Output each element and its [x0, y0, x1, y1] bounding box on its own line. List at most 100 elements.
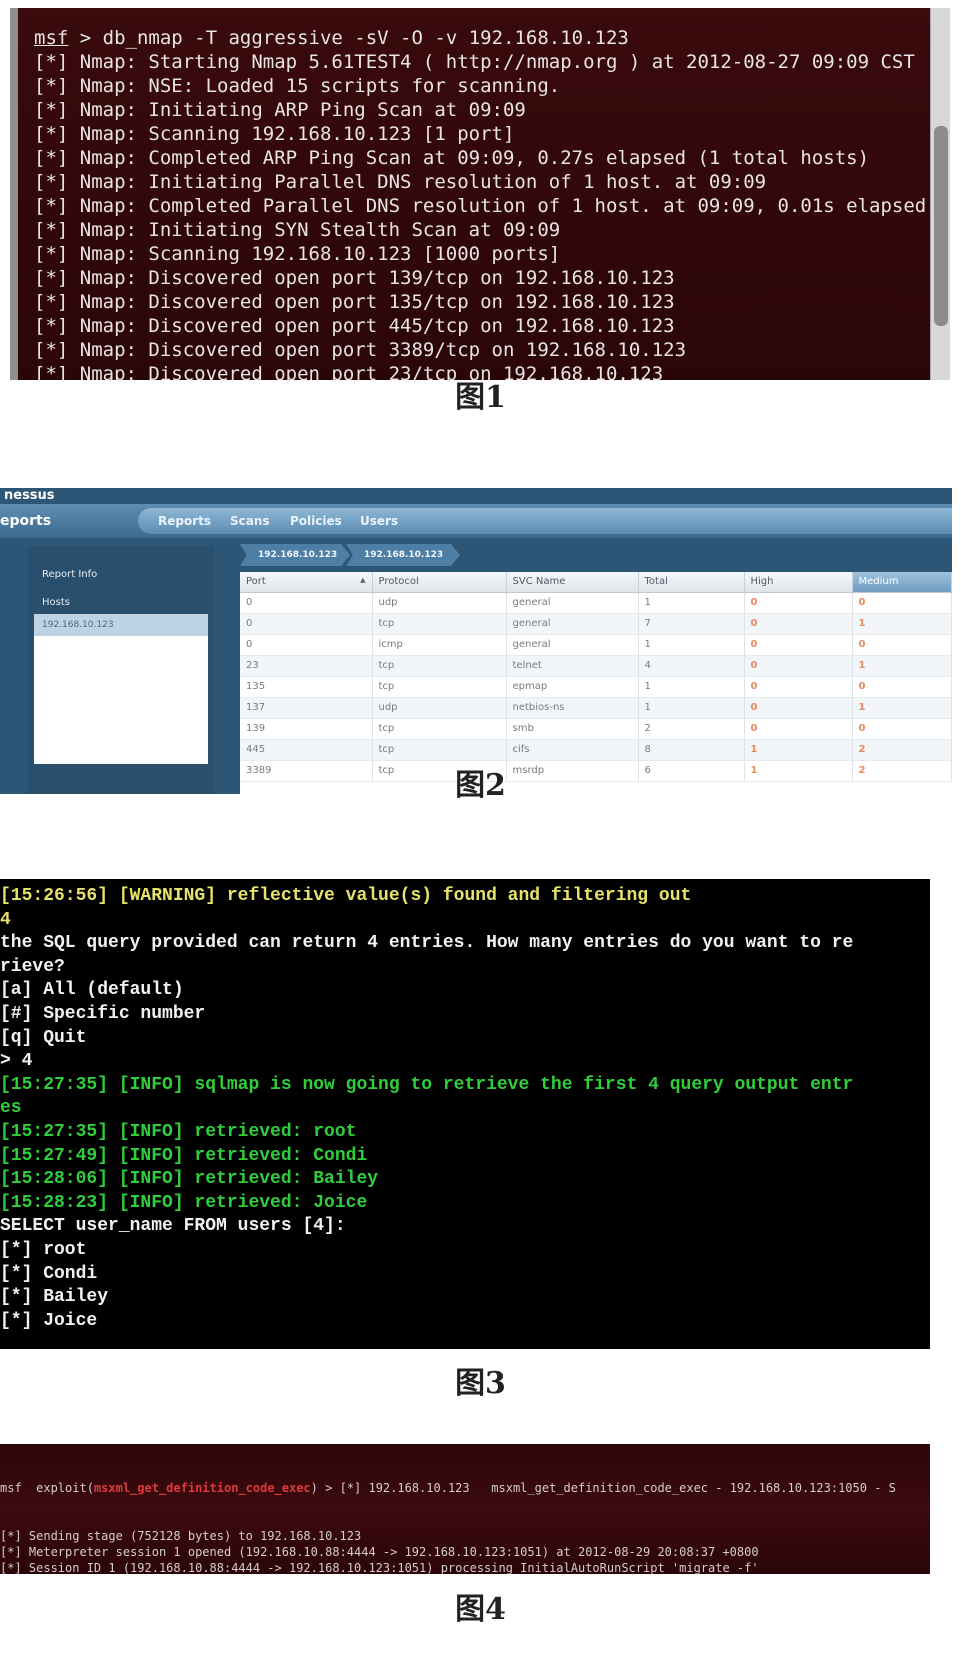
cell-medium: 2	[852, 739, 952, 761]
nessus-topbar: eports Reports Scans Policies Users	[0, 504, 952, 538]
cell-protocol: tcp	[372, 739, 507, 761]
cell-medium: 0	[852, 634, 952, 656]
cell-svc-name: telnet	[506, 655, 639, 677]
terminal-line: [15:28:23] [INFO] retrieved: Joice	[0, 1192, 368, 1213]
terminal-line: 4	[0, 909, 11, 930]
terminal-line-text: [*] Nmap: Discovered open port 139/tcp o…	[34, 267, 675, 289]
terminal-line-text: > db_nmap -T aggressive -sV -O -v 192.16…	[68, 27, 629, 49]
table-row[interactable]: 139 tcp smb 2 0 0	[240, 718, 952, 740]
exploit-module-name: msxml_get_definition_code_exec	[93, 1481, 311, 1495]
table-row[interactable]: 23 tcp telnet 4 0 1	[240, 655, 952, 677]
cell-high: 0	[744, 634, 853, 656]
terminal-line-text: [*] Nmap: Initiating ARP Ping Scan at 09…	[34, 99, 526, 121]
terminal-line: es	[0, 1098, 22, 1119]
nav-users[interactable]: Users	[360, 514, 398, 528]
table-row[interactable]: 137 udp netbios-ns 1 0 1	[240, 697, 952, 719]
terminal-line: [15:26:56] [WARNING] reflective value(s)…	[0, 886, 692, 906]
msf-nmap-terminal: msf > db_nmap -T aggressive -sV -O -v 19…	[10, 8, 950, 380]
cell-medium: 1	[852, 655, 952, 677]
terminal-line: [*] Session ID 1 (192.168.10.88:4444 -> …	[0, 1561, 759, 1574]
sidebar-item-report-info[interactable]: Report Info	[34, 564, 208, 586]
table-row[interactable]: 135 tcp epmap 1 0 0	[240, 676, 952, 698]
cell-protocol: icmp	[372, 634, 507, 656]
terminal-line: rieve?	[0, 956, 65, 977]
cell-port: 0	[240, 634, 373, 656]
breadcrumb-host[interactable]: 192.168.10.123	[240, 544, 350, 566]
cell-medium: 1	[852, 613, 952, 635]
terminal-line-text: [*] Nmap: Discovered open port 445/tcp o…	[34, 315, 675, 337]
prompt-suffix: ) > [*] 192.168.10.123 msxml_get_definit…	[310, 1481, 896, 1495]
terminal-line: [*] Nmap: Discovered open port 3389/tcp …	[34, 338, 914, 362]
col-high[interactable]: High	[744, 572, 853, 593]
cell-total: 1	[638, 634, 745, 656]
cell-total: 1	[638, 697, 745, 719]
terminal-line: [*] Nmap: Discovered open port 445/tcp o…	[34, 314, 914, 338]
figure-1-caption: 图1	[455, 380, 506, 415]
col-svc-name[interactable]: SVC Name	[506, 572, 639, 593]
cell-high: 0	[744, 613, 853, 635]
terminal-line-text: [*] Nmap: Starting Nmap 5.61TEST4 ( http…	[34, 51, 915, 73]
cell-protocol: tcp	[372, 613, 507, 635]
cell-protocol: udp	[372, 697, 507, 719]
terminal-line: [q] Quit	[0, 1027, 87, 1048]
cell-high: 0	[744, 676, 853, 698]
cell-port: 0	[240, 592, 373, 614]
terminal-line: [*] Nmap: Initiating SYN Stealth Scan at…	[34, 218, 914, 242]
cell-high: 0	[744, 655, 853, 677]
cell-medium: 0	[852, 718, 952, 740]
cell-port: 23	[240, 655, 373, 677]
terminal-line-text: [*] Nmap: Discovered open port 3389/tcp …	[34, 339, 687, 361]
col-protocol[interactable]: Protocol	[372, 572, 507, 593]
sqlmap-terminal: [15:26:56] [WARNING] reflective value(s)…	[0, 879, 930, 1349]
cell-total: 8	[638, 739, 745, 761]
scrollbar-thumb[interactable]	[934, 126, 948, 326]
terminal-line: the SQL query provided can return 4 entr…	[0, 933, 854, 954]
nav-policies[interactable]: Policies	[290, 514, 342, 528]
cell-high: 1	[744, 739, 853, 761]
sidebar-item-hosts[interactable]: Hosts	[34, 592, 208, 614]
cell-total: 4	[638, 655, 745, 677]
terminal-output: msf exploit(msxml_get_definition_code_ex…	[0, 1448, 930, 1574]
meterpreter-terminal: msf exploit(msxml_get_definition_code_ex…	[0, 1444, 930, 1574]
terminal-line: [a] All (default)	[0, 980, 184, 1001]
cell-medium: 1	[852, 697, 952, 719]
terminal-line-text: [*] Nmap: Completed ARP Ping Scan at 09:…	[34, 147, 870, 169]
breadcrumb-host-detail[interactable]: 192.168.10.123	[346, 544, 460, 566]
terminal-line: msf exploit(msxml_get_definition_code_ex…	[0, 1480, 930, 1496]
cell-protocol: udp	[372, 592, 507, 614]
terminal-line-text: [*] Nmap: Initiating Parallel DNS resolu…	[34, 171, 767, 193]
terminal-line: [15:28:06] [INFO] retrieved: Bailey	[0, 1169, 379, 1190]
terminal-line: [*] Joice	[0, 1310, 98, 1331]
terminal-output: [15:26:56] [WARNING] reflective value(s)…	[0, 885, 930, 1333]
main-nav: Reports Scans Policies Users	[138, 508, 952, 534]
terminal-line-text: [*] Nmap: NSE: Loaded 15 scripts for sca…	[34, 75, 561, 97]
terminal-line: > 4	[0, 1051, 33, 1072]
cell-svc-name: netbios-ns	[506, 697, 639, 719]
col-medium[interactable]: Medium	[852, 572, 952, 593]
table-row[interactable]: 0 udp general 1 0 0	[240, 592, 952, 614]
nessus-report-window: nessus eports Reports Scans Policies Use…	[0, 488, 952, 794]
col-total[interactable]: Total	[638, 572, 745, 593]
terminal-scrollbar[interactable]	[930, 8, 950, 380]
nav-scans[interactable]: Scans	[230, 514, 270, 528]
nav-reports[interactable]: Reports	[158, 514, 211, 528]
col-port[interactable]: Port	[240, 572, 373, 593]
terminal-line-text: [*] Nmap: Discovered open port 135/tcp o…	[34, 291, 675, 313]
cell-protocol: tcp	[372, 676, 507, 698]
cell-high: 0	[744, 592, 853, 614]
terminal-line-text: [*] Nmap: Scanning 192.168.10.123 [1 por…	[34, 123, 515, 145]
section-title: eports	[0, 513, 52, 529]
terminal-line: [15:27:49] [INFO] retrieved: Condi	[0, 1145, 368, 1166]
cell-port: 137	[240, 697, 373, 719]
sidebar-host-selected[interactable]: 192.168.10.123	[34, 614, 208, 636]
table-row[interactable]: 445 tcp cifs 8 1 2	[240, 739, 952, 761]
table-row[interactable]: 0 icmp general 1 0 0	[240, 634, 952, 656]
terminal-line: [*] root	[0, 1239, 87, 1260]
cell-svc-name: general	[506, 613, 639, 635]
terminal-line: [*] Nmap: Discovered open port 135/tcp o…	[34, 290, 914, 314]
table-row[interactable]: 0 tcp general 7 0 1	[240, 613, 952, 635]
cell-medium: 0	[852, 592, 952, 614]
terminal-line-text: [*] Nmap: Completed Parallel DNS resolut…	[34, 195, 927, 217]
terminal-line: [*] Nmap: Scanning 192.168.10.123 [1 por…	[34, 122, 914, 146]
terminal-line: [*] Sending stage (752128 bytes) to 192.…	[0, 1529, 362, 1543]
